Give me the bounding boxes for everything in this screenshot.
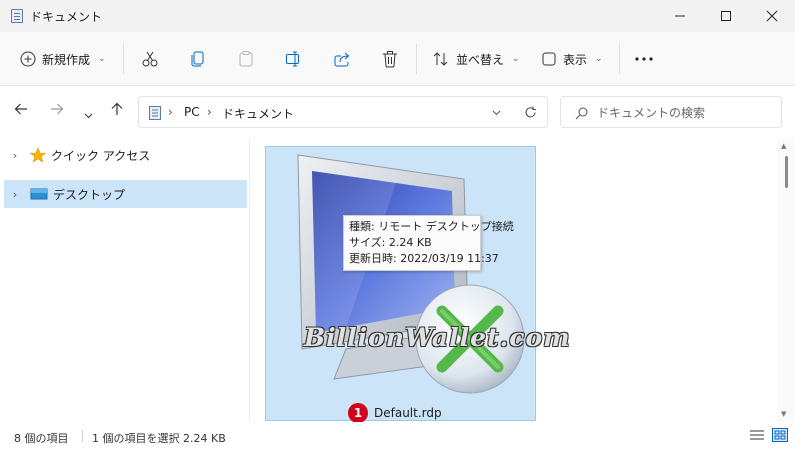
- selection-info: 1 個の項目を選択 2.24 KB: [92, 432, 226, 445]
- large-icons-view-icon[interactable]: [772, 428, 788, 442]
- minimize-button[interactable]: [657, 0, 703, 32]
- tooltip-size: サイズ: 2.24 KB: [349, 236, 432, 249]
- desktop-icon: [30, 188, 48, 200]
- paste-button[interactable]: [237, 45, 255, 73]
- minimize-icon: [675, 15, 685, 17]
- share-icon: [334, 52, 350, 67]
- more-options-button[interactable]: [634, 45, 654, 73]
- arrow-right-icon: [51, 103, 64, 115]
- file-list: BillionWallet.com 種類: リモート デスクトップ接続 サイズ:…: [250, 138, 777, 423]
- rename-button[interactable]: [285, 45, 303, 73]
- chevron-down-icon: [84, 113, 93, 119]
- file-name: Default.rdp: [374, 406, 442, 420]
- navigation-bar: › PC › ドキュメント: [0, 86, 795, 138]
- arrow-up-icon: [111, 102, 123, 115]
- chevron-down-icon[interactable]: [492, 110, 501, 116]
- toolbar-divider: [416, 44, 417, 74]
- forward-button[interactable]: [50, 102, 64, 120]
- delete-button[interactable]: [381, 45, 399, 73]
- plus-circle-icon: [20, 51, 36, 67]
- status-bar: 8 個の項目 1 個の項目を選択 2.24 KB: [0, 422, 795, 449]
- breadcrumb-item-pc[interactable]: PC: [184, 105, 200, 119]
- breadcrumb-chevron-icon: ›: [168, 105, 173, 119]
- new-button[interactable]: 新規作成 ⌄: [20, 45, 106, 73]
- file-label: 1 Default.rdp: [348, 403, 442, 423]
- recent-locations-button[interactable]: [84, 105, 93, 123]
- details-view-icon[interactable]: [749, 428, 765, 442]
- toolbar-divider: [619, 44, 620, 74]
- nav-item-label: クイック アクセス: [51, 148, 151, 163]
- nav-item-quick-access[interactable]: › クイック アクセス: [4, 141, 247, 169]
- toolbar-divider: [123, 44, 124, 74]
- status-divider: [82, 430, 83, 442]
- delete-icon: [383, 51, 397, 68]
- new-button-label: 新規作成: [42, 52, 91, 67]
- back-button[interactable]: [14, 102, 28, 120]
- sort-button[interactable]: 並べ替え ⌄: [432, 45, 520, 73]
- vertical-scrollbar[interactable]: ▲ ▼: [777, 138, 795, 422]
- close-icon: [766, 10, 778, 22]
- search-input[interactable]: [597, 104, 777, 122]
- expand-chevron-icon[interactable]: ›: [4, 149, 26, 162]
- cut-icon: [142, 51, 158, 67]
- more-icon: [635, 57, 653, 61]
- scroll-thumb[interactable]: [785, 156, 788, 188]
- rename-icon: [286, 51, 299, 67]
- scroll-down-arrow-icon[interactable]: ▼: [781, 410, 786, 418]
- cut-button[interactable]: [141, 45, 159, 73]
- tooltip-modified: 更新日時: 2022/03/19 11:37: [349, 252, 499, 265]
- documents-folder-icon: [11, 9, 23, 23]
- title-bar: ドキュメント: [0, 0, 795, 32]
- refresh-icon[interactable]: [524, 106, 537, 119]
- nav-item-desktop[interactable]: › デスクトップ: [4, 180, 247, 208]
- chevron-down-icon: ⌄: [98, 54, 106, 64]
- maximize-button[interactable]: [703, 0, 749, 32]
- item-count: 8 個の項目: [14, 432, 69, 445]
- chevron-down-icon: ⌄: [595, 54, 603, 64]
- breadcrumb-chevron-icon: ›: [207, 105, 212, 119]
- command-bar: 新規作成 ⌄ 並べ替え ⌄ 表示 ⌄: [0, 32, 795, 86]
- view-button-label: 表示: [563, 52, 588, 67]
- address-bar[interactable]: › PC › ドキュメント: [138, 96, 548, 128]
- sort-button-label: 並べ替え: [456, 52, 505, 67]
- documents-folder-icon: [149, 106, 161, 120]
- paste-icon: [239, 51, 253, 67]
- copy-button[interactable]: [189, 45, 207, 73]
- search-box[interactable]: [560, 96, 782, 128]
- file-item-default-rdp[interactable]: BillionWallet.com 種類: リモート デスクトップ接続 サイズ:…: [265, 146, 570, 423]
- window-title: ドキュメント: [30, 10, 103, 24]
- file-tooltip: 種類: リモート デスクトップ接続 サイズ: 2.24 KB 更新日時: 202…: [343, 215, 514, 271]
- step-badge: 1: [348, 403, 368, 423]
- watermark: BillionWallet.com: [304, 323, 571, 352]
- star-icon: [30, 147, 46, 163]
- close-button[interactable]: [749, 0, 795, 32]
- up-button[interactable]: [110, 102, 124, 120]
- scroll-up-arrow-icon[interactable]: ▲: [781, 142, 786, 150]
- view-icon: [542, 52, 556, 66]
- remote-desktop-file-icon: [297, 154, 525, 394]
- tooltip-type: 種類: リモート デスクトップ接続: [349, 220, 514, 233]
- maximize-icon: [721, 11, 731, 21]
- arrow-left-icon: [14, 103, 27, 115]
- copy-icon: [191, 51, 204, 67]
- navigation-pane: › クイック アクセス › デスクトップ: [0, 138, 250, 422]
- share-button[interactable]: [333, 45, 351, 73]
- chevron-down-icon: ⌄: [512, 54, 520, 64]
- view-button[interactable]: 表示 ⌄: [541, 45, 603, 73]
- search-icon: [575, 107, 588, 120]
- nav-item-label: デスクトップ: [53, 187, 126, 202]
- sort-icon: [433, 52, 448, 66]
- breadcrumb-item-documents[interactable]: ドキュメント: [222, 105, 294, 122]
- expand-chevron-icon[interactable]: ›: [4, 188, 26, 201]
